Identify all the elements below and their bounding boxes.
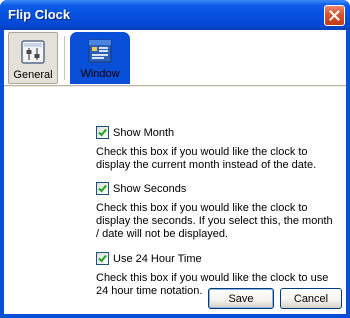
- close-button[interactable]: [324, 5, 345, 26]
- save-button[interactable]: Save: [208, 288, 274, 309]
- option-show-seconds: Show Seconds Check this box if you would…: [96, 181, 336, 241]
- checkmark-icon: [98, 184, 107, 193]
- toolbar-separator: [64, 36, 65, 80]
- window-settings-icon: [88, 39, 112, 63]
- show-seconds-label[interactable]: Show Seconds: [113, 183, 186, 195]
- flip-clock-dialog: Flip Clock General Window Show Month Che…: [0, 0, 350, 318]
- show-month-description: Check this box if you would like the clo…: [96, 146, 317, 171]
- cancel-button[interactable]: Cancel: [280, 288, 342, 309]
- use-24-hour-label[interactable]: Use 24 Hour Time: [113, 253, 202, 265]
- use-24-hour-checkbox[interactable]: [96, 252, 109, 265]
- tab-window-label: Window: [80, 68, 120, 80]
- title-bar[interactable]: Flip Clock: [0, 0, 350, 30]
- tab-window[interactable]: Window: [70, 32, 130, 84]
- settings-toolbar: General Window: [4, 30, 346, 86]
- checkmark-icon: [98, 254, 107, 263]
- option-show-month: Show Month Check this box if you would l…: [96, 125, 336, 172]
- dialog-body: General Window Show Month Check this box…: [4, 30, 346, 314]
- tab-general-label: General: [13, 69, 53, 81]
- close-icon: [329, 10, 340, 21]
- show-month-label[interactable]: Show Month: [113, 127, 174, 139]
- settings-panel: Show Month Check this box if you would l…: [4, 87, 346, 314]
- window-title: Flip Clock: [8, 7, 71, 22]
- checkmark-icon: [98, 128, 107, 137]
- show-month-checkbox[interactable]: [96, 126, 109, 139]
- show-seconds-checkbox[interactable]: [96, 182, 109, 195]
- general-settings-icon: [21, 40, 45, 64]
- tab-general[interactable]: General: [8, 32, 58, 84]
- show-seconds-description: Check this box if you would like the clo…: [96, 202, 333, 240]
